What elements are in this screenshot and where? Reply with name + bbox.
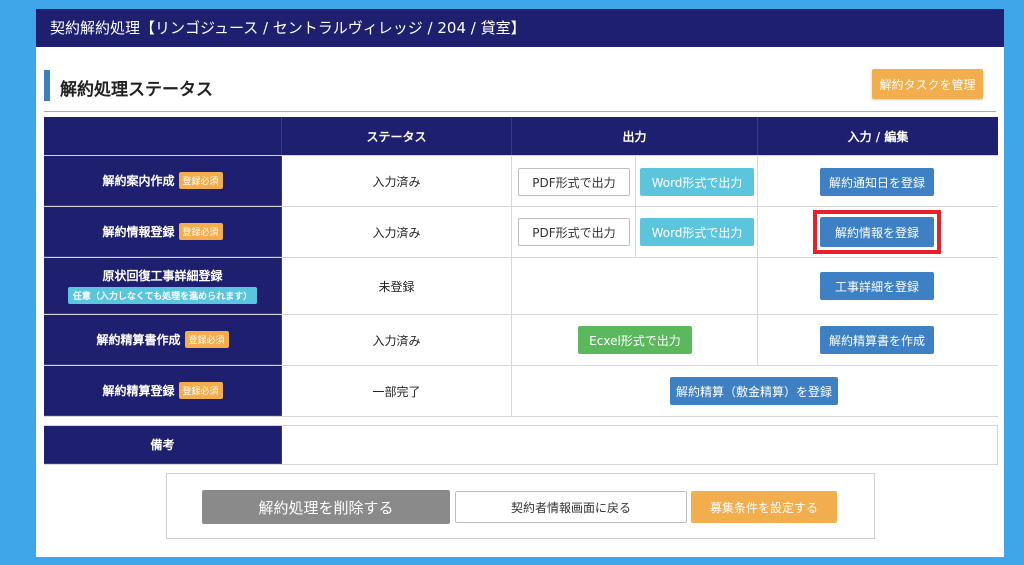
section-title: 解約処理ステータス (60, 80, 213, 100)
table-header-row: ステータス 出力 入力 / 編集 (44, 117, 998, 156)
back-to-contractor-button[interactable]: 契約者情報画面に戻る (455, 491, 687, 523)
row-label-text: 解約精算書作成 (96, 333, 181, 347)
table-row: 原状回復工事詳細登録 任意（入力しなくても処理を進められます） 未登録 工事詳細… (44, 258, 998, 315)
section-header: 解約処理ステータス (44, 70, 996, 112)
table-row: 解約案内作成 登録必須 入力済み PDF形式で出力 Word形式で出力 解約通知… (44, 156, 998, 207)
pdf-export-button[interactable]: PDF形式で出力 (518, 218, 630, 246)
pdf-export-button[interactable]: PDF形式で出力 (518, 168, 630, 196)
section-accent-bar (44, 70, 50, 101)
create-settlement-button[interactable]: 解約精算書を作成 (820, 326, 934, 354)
output-cell-empty (512, 258, 758, 314)
register-deposit-settlement-button[interactable]: 解約精算（敷金精算）を登録 (670, 377, 838, 405)
row-status: 一部完了 (282, 366, 512, 416)
optional-badge: 任意（入力しなくても処理を進められます） (67, 287, 258, 304)
word-export-button[interactable]: Word形式で出力 (640, 168, 754, 196)
row-status: 入力済み (282, 156, 512, 206)
footer-actions: 解約処理を削除する 契約者情報画面に戻る 募集条件を設定する (166, 473, 875, 539)
window-title: 契約解約処理【リンゴジュース / セントラルヴィレッジ / 204 / 貸室】 (36, 9, 1004, 47)
row-label-text: 原状回復工事詳細登録 (102, 269, 223, 283)
row-label: 解約案内作成 登録必須 (44, 156, 282, 206)
required-badge: 登録必須 (184, 331, 229, 348)
excel-export-button[interactable]: Ecxel形式で出力 (578, 326, 692, 354)
set-recruitment-terms-button[interactable]: 募集条件を設定する (691, 491, 837, 523)
required-badge: 登録必須 (178, 172, 223, 189)
row-label: 解約情報登録 登録必須 (44, 207, 282, 257)
table-row: 解約精算書作成 登録必須 入力済み Ecxel形式で出力 解約精算書を作成 (44, 315, 998, 366)
register-notice-date-button[interactable]: 解約通知日を登録 (820, 168, 934, 196)
row-label: 解約精算登録 登録必須 (44, 366, 282, 416)
register-cancel-info-button[interactable]: 解約情報を登録 (820, 217, 934, 247)
word-export-button[interactable]: Word形式で出力 (640, 218, 754, 246)
row-label: 解約精算書作成 登録必須 (44, 315, 282, 365)
header-input-edit: 入力 / 編集 (758, 117, 998, 155)
row-status: 入力済み (282, 315, 512, 365)
register-construction-detail-button[interactable]: 工事詳細を登録 (820, 272, 934, 300)
required-badge: 登録必須 (178, 382, 223, 399)
header-empty (44, 117, 282, 155)
main-panel: 契約解約処理【リンゴジュース / セントラルヴィレッジ / 204 / 貸室】 … (36, 9, 1004, 557)
table-row: 解約情報登録 登録必須 入力済み PDF形式で出力 Word形式で出力 解約情報… (44, 207, 998, 258)
manage-task-button[interactable]: 解約タスクを管理 (872, 69, 983, 99)
row-label-text: 解約精算登録 (102, 384, 175, 398)
header-output: 出力 (512, 117, 758, 155)
remarks-row: 備考 (44, 425, 998, 465)
remarks-label: 備考 (44, 426, 282, 464)
remarks-value (282, 426, 998, 464)
row-label-text: 解約情報登録 (102, 225, 175, 239)
row-label: 原状回復工事詳細登録 任意（入力しなくても処理を進められます） (44, 258, 282, 314)
header-status: ステータス (282, 117, 512, 155)
table-row: 解約精算登録 登録必須 一部完了 解約精算（敷金精算）を登録 (44, 366, 998, 417)
row-status: 未登録 (282, 258, 512, 314)
required-badge: 登録必須 (178, 223, 223, 240)
delete-cancellation-button[interactable]: 解約処理を削除する (202, 490, 450, 524)
row-label-text: 解約案内作成 (102, 174, 175, 188)
row-status: 入力済み (282, 207, 512, 257)
